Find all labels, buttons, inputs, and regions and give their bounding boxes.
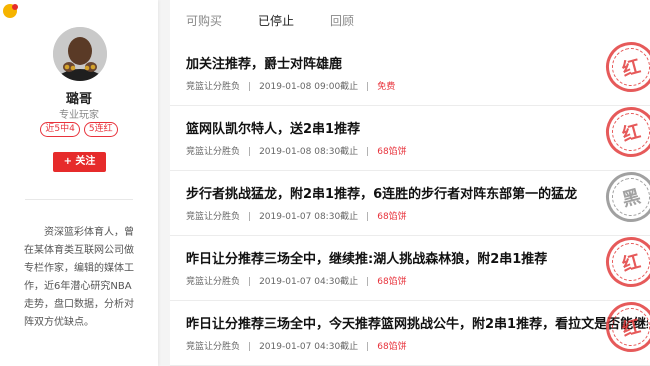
item-category: 竞篮让分胜负	[186, 82, 241, 92]
item-title[interactable]: 篮网队凯尔特人，送2串1推荐	[186, 118, 648, 137]
item-deadline: 2019-01-07 04:30截止	[259, 342, 359, 352]
tab-stopped[interactable]: 已停止	[258, 12, 294, 29]
profile-name: 璐哥	[65, 92, 92, 107]
follow-button[interactable]: + 关注	[53, 152, 106, 172]
divider	[25, 199, 133, 200]
item-title[interactable]: 昨日让分推荐三场全中，今天推荐篮网挑战公牛，附2串1推荐，看拉文是否能继续爆发	[186, 313, 648, 332]
item-deadline: 2019-01-07 08:30截止	[259, 212, 359, 222]
item-meta: 竞篮让分胜负 | 2019-01-08 09:00截止 | 免费	[186, 82, 396, 92]
streak-badge: 5连红	[83, 122, 118, 137]
item-deadline: 2019-01-08 08:30截止	[259, 147, 359, 157]
list-item[interactable]: 篮网队凯尔特人，送2串1推荐 竞篮让分胜负 | 2019-01-08 08:30截止…	[170, 101, 650, 171]
app-logo-icon	[3, 4, 18, 18]
result-stamp: 红	[600, 40, 650, 98]
item-meta: 竞篮让分胜负 | 2019-01-07 04:30截止 | 68馅饼	[186, 277, 407, 287]
item-price: 68馅饼	[377, 342, 407, 352]
list-item[interactable]: 步行者挑战猛龙，附2串1推荐，6连胜的步行者对阵东部第一的猛龙 竞篮让分胜负 | 2…	[170, 166, 650, 236]
item-title[interactable]: 加关注推荐，爵士对阵雄鹿	[186, 53, 648, 72]
item-price: 68馅饼	[377, 147, 407, 157]
profile-role: 专业玩家	[59, 110, 99, 121]
item-meta: 竞篮让分胜负 | 2019-01-07 08:30截止 | 68馅饼	[186, 212, 407, 222]
result-stamp: 红	[600, 296, 650, 358]
result-stamp: 红	[600, 231, 650, 293]
profile-tags: 近5中4 5连红	[0, 122, 158, 137]
item-title[interactable]: 昨日让分推荐三场全中，继续推:湖人挑战森林狼，附2串1推荐	[186, 248, 648, 267]
item-category: 竞篮让分胜负	[186, 277, 241, 287]
item-deadline: 2019-01-08 09:00截止	[259, 82, 359, 92]
recommendation-list: 加关注推荐，爵士对阵雄鹿 竞篮让分胜负 | 2019-01-08 09:00截止 | 免…	[170, 40, 650, 366]
list-item[interactable]: 昨日让分推荐三场全中，继续推:湖人挑战森林狼，附2串1推荐 竞篮让分胜负 | 201…	[170, 231, 650, 301]
item-meta: 竞篮让分胜负 | 2019-01-08 08:30截止 | 68馅饼	[186, 147, 407, 157]
profile-bio: 资深篮彩体育人，曾在某体育类互联网公司做专栏作家，编辑的媒体工作，近6年潜心研究…	[24, 227, 134, 328]
item-category: 竞篮让分胜负	[186, 147, 241, 157]
profile-card: 璐哥 专业玩家 近5中4 5连红 + 关注 资深篮彩体育人，曾在某体育类互联网公…	[0, 0, 158, 366]
record-badge: 近5中4	[40, 122, 80, 137]
item-category: 竞篮让分胜负	[186, 212, 241, 222]
item-price: 68馅饼	[377, 277, 407, 287]
tab-bar: 可购买 已停止 回顾	[170, 0, 650, 41]
item-deadline: 2019-01-07 04:30截止	[259, 277, 359, 287]
item-category: 竞篮让分胜负	[186, 342, 241, 352]
list-item[interactable]: 昨日让分推荐三场全中，今天推荐篮网挑战公牛，附2串1推荐，看拉文是否能继续爆发 …	[170, 296, 650, 366]
item-price: 68馅饼	[377, 212, 407, 222]
avatar[interactable]	[53, 27, 107, 81]
result-stamp: 黑	[600, 166, 650, 228]
result-stamp: 红	[600, 101, 650, 163]
list-item[interactable]: 加关注推荐，爵士对阵雄鹿 竞篮让分胜负 | 2019-01-08 09:00截止 | 免…	[170, 40, 650, 106]
item-meta: 竞篮让分胜负 | 2019-01-07 04:30截止 | 68馅饼	[186, 342, 407, 352]
item-title[interactable]: 步行者挑战猛龙，附2串1推荐，6连胜的步行者对阵东部第一的猛龙	[186, 183, 648, 202]
tab-review[interactable]: 回顾	[330, 12, 354, 29]
item-price: 免费	[377, 82, 396, 92]
tab-purchasable[interactable]: 可购买	[186, 12, 222, 29]
